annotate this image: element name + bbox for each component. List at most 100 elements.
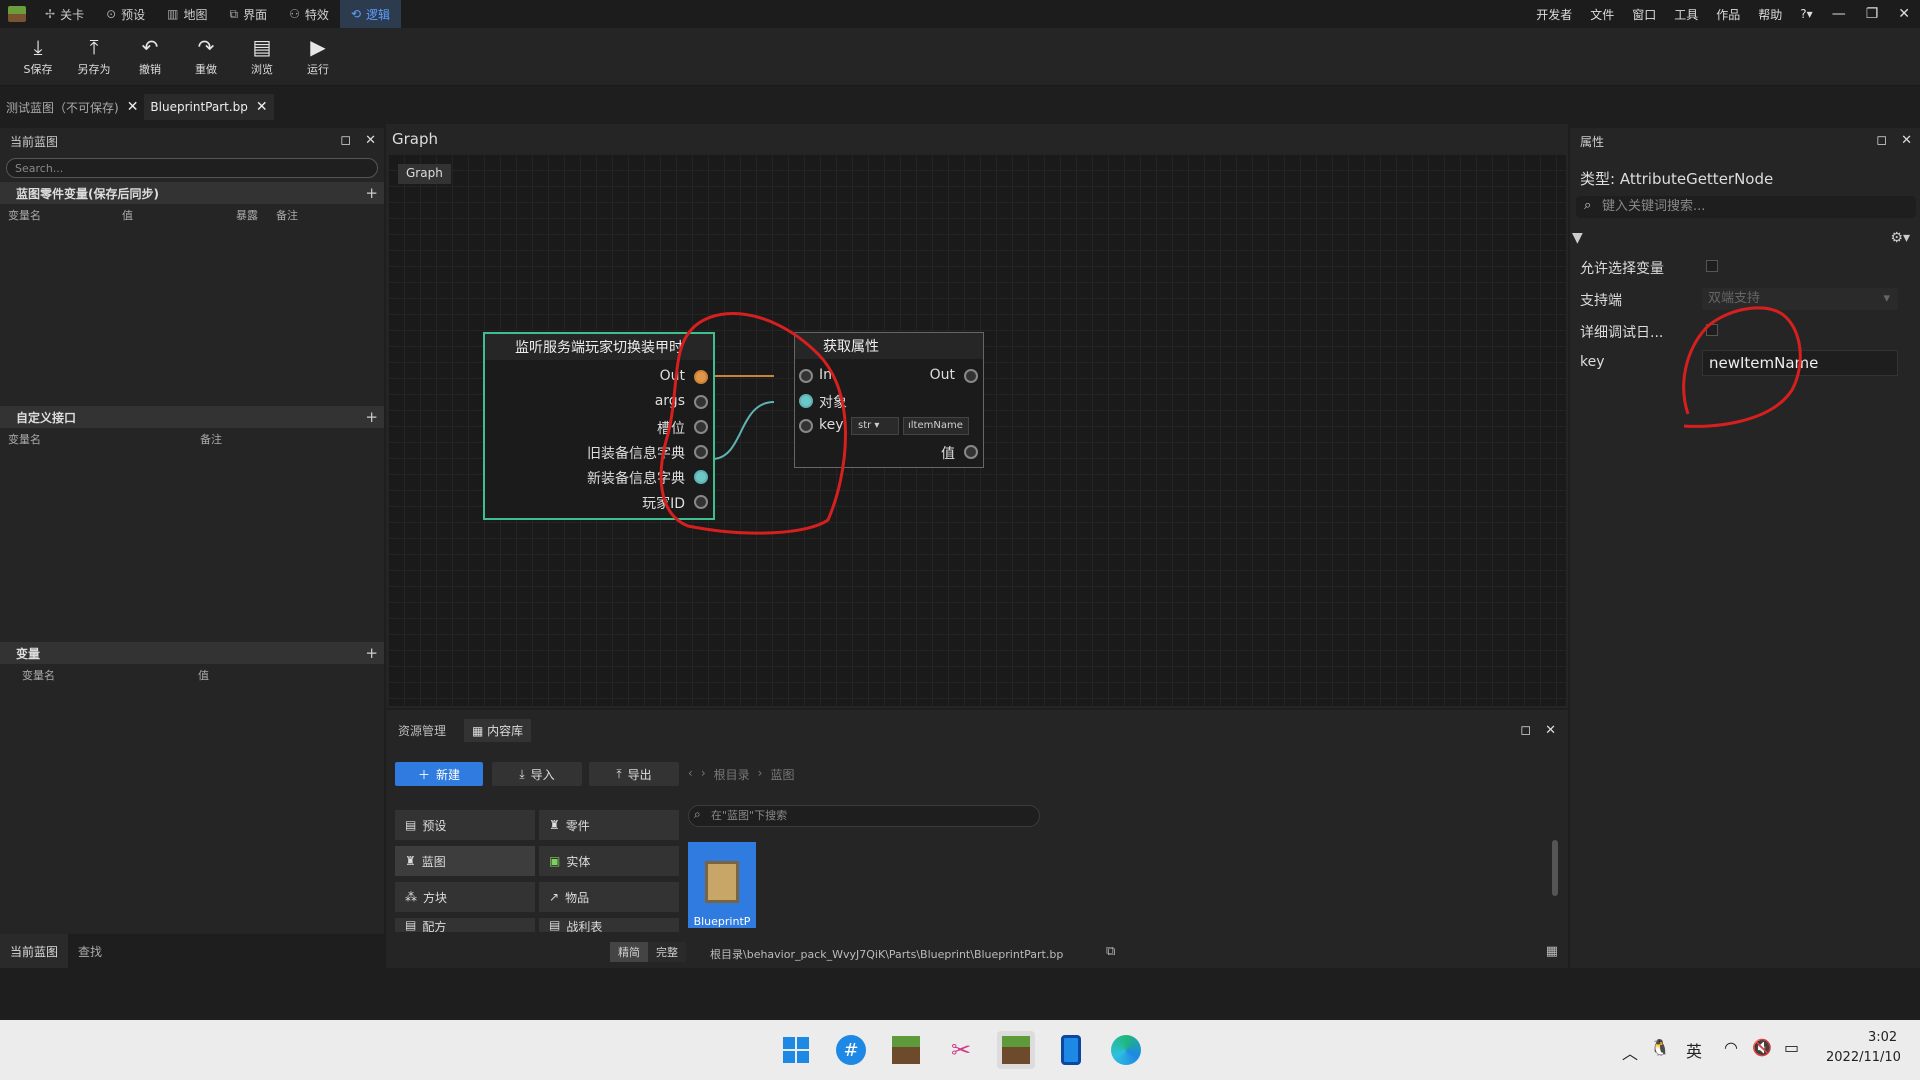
copy-icon[interactable]: ⧉ (1106, 944, 1115, 959)
category-block[interactable]: ⁂ 方块 (395, 882, 535, 912)
clock-date[interactable]: 2022/11/10 (1826, 1050, 1901, 1065)
blueprint-file-item[interactable]: BlueprintP (688, 842, 756, 928)
close-tab-icon[interactable]: ✕ (256, 99, 268, 115)
add-icon[interactable]: + (365, 644, 378, 662)
close-tab-icon[interactable]: ✕ (127, 99, 139, 115)
minimize-icon[interactable]: — (1822, 6, 1856, 22)
left-search-input[interactable]: Search... (6, 158, 378, 178)
redo-button[interactable]: ↷ 重做 (178, 36, 234, 77)
graph-canvas[interactable]: Graph 监听服务端玩家切换装甲时 Out args 槽位 旧装备信息字典 新… (388, 154, 1566, 706)
help-icon[interactable]: ?▾ (1791, 7, 1821, 21)
run-button[interactable]: ▶ 运行 (290, 36, 346, 77)
breadcrumb-root[interactable]: 根目录 (714, 766, 750, 783)
pin-old-equip[interactable] (694, 445, 708, 459)
undo-button[interactable]: ↶ 撤销 (122, 36, 178, 77)
section-custom-interface[interactable]: 自定义接口 + (0, 406, 384, 428)
volume-muted-icon[interactable]: 🔇 (1752, 1038, 1772, 1057)
mode-simple-button[interactable]: 精简 (610, 942, 648, 962)
new-button[interactable]: ＋ 新建 (395, 762, 483, 786)
section-variables[interactable]: 变量 + (0, 642, 384, 664)
minecraft-studio-icon[interactable] (997, 1031, 1035, 1069)
key-value-input[interactable]: ıltemName (903, 417, 969, 435)
key-value-input[interactable]: newItemName (1702, 350, 1898, 376)
support-side-select[interactable]: 双端支持 ▾ (1702, 288, 1898, 310)
clock-time[interactable]: 3:02 (1868, 1030, 1897, 1045)
forward-icon[interactable]: › (701, 766, 706, 783)
edge-icon[interactable] (1107, 1031, 1145, 1069)
gear-icon[interactable]: ⚙▾ (1890, 230, 1910, 246)
maximize-icon[interactable]: ◻ (1520, 723, 1531, 738)
allow-select-checkbox[interactable] (1706, 260, 1718, 272)
menu-works[interactable]: 作品 (1707, 6, 1749, 23)
snipping-icon[interactable]: ✂ (942, 1031, 980, 1069)
ime-indicator[interactable]: 英 (1686, 1038, 1702, 1062)
browse-button[interactable]: ▤ 浏览 (234, 36, 290, 77)
category-loot-table[interactable]: ▤ 战利表 (539, 918, 679, 932)
maximize-icon[interactable]: ◻ (340, 133, 351, 148)
pin-value[interactable] (964, 445, 978, 459)
tab-content-library[interactable]: ▦ 内容库 (464, 718, 532, 742)
wifi-icon[interactable]: ◠ (1724, 1038, 1738, 1057)
restore-icon[interactable]: ❐ (1856, 6, 1889, 22)
pin-args[interactable] (694, 395, 708, 409)
save-button[interactable]: ⤓ S保存 (10, 36, 66, 77)
tab-effects[interactable]: ⚇ 特效 (278, 0, 340, 28)
add-icon[interactable]: + (365, 408, 378, 426)
battery-icon[interactable]: ▭ (1784, 1038, 1799, 1057)
qq-icon[interactable]: 🐧 (1650, 1038, 1670, 1057)
menu-window[interactable]: 窗口 (1623, 6, 1665, 23)
breadcrumb-current[interactable]: 蓝图 (770, 766, 794, 783)
tab-logic[interactable]: ⟲ 逻辑 (339, 0, 401, 28)
property-search-input[interactable]: 键入关键词搜索... (1576, 196, 1916, 218)
menu-tools[interactable]: 工具 (1665, 6, 1707, 23)
tab-current-blueprint[interactable]: 当前蓝图 (0, 934, 69, 968)
key-type-select[interactable]: str ▾ (851, 417, 899, 435)
close-icon[interactable]: ✕ (365, 133, 376, 148)
category-preset[interactable]: ▤ 预设 (395, 810, 535, 840)
close-icon[interactable]: ✕ (1888, 6, 1920, 22)
doc-tab-blueprintpart[interactable]: BlueprintPart.bp ✕ (144, 94, 274, 120)
category-parts[interactable]: ♜ 零件 (539, 810, 679, 840)
pin-in[interactable] (799, 369, 813, 383)
scrollbar[interactable] (1552, 840, 1558, 896)
category-entity[interactable]: ▣ 实体 (539, 846, 679, 876)
pin-out[interactable] (694, 370, 708, 384)
pin-new-equip[interactable] (694, 470, 708, 484)
category-recipe[interactable]: ▤ 配方 (395, 918, 535, 932)
pin-out[interactable] (964, 369, 978, 383)
start-icon[interactable] (777, 1031, 815, 1069)
minecraft-icon[interactable] (887, 1031, 925, 1069)
event-node[interactable]: 监听服务端玩家切换装甲时 Out args 槽位 旧装备信息字典 新装备信息字典… (483, 332, 715, 520)
maximize-icon[interactable]: ◻ (1876, 133, 1887, 148)
add-icon[interactable]: + (365, 184, 378, 202)
pin-key[interactable] (799, 419, 813, 433)
close-icon[interactable]: ✕ (1545, 723, 1556, 738)
tab-ui[interactable]: ⧉ 界面 (219, 0, 279, 28)
import-button[interactable]: ⤓ 导入 (492, 762, 582, 786)
attribute-getter-node[interactable]: 获取属性 In Out 对象 key str ▾ ıltemName 值 (794, 332, 984, 468)
category-blueprint[interactable]: ♜ 蓝图 (395, 846, 535, 876)
debug-log-checkbox[interactable] (1706, 324, 1718, 336)
hashtag-app-icon[interactable]: # (832, 1031, 870, 1069)
export-button[interactable]: ⤒ 导出 (589, 762, 679, 786)
doc-tab-test[interactable]: 测试蓝图（不可保存) ✕ (0, 94, 144, 120)
tab-resource-manager[interactable]: 资源管理 (398, 722, 446, 739)
pin-player-id[interactable] (694, 495, 708, 509)
phone-icon[interactable] (1052, 1031, 1090, 1069)
tab-find[interactable]: 查找 (68, 934, 112, 968)
collapse-icon[interactable]: ▼ (1572, 230, 1583, 246)
grid-view-icon[interactable]: ▦ (1546, 944, 1558, 959)
tab-map[interactable]: ▥ 地图 (156, 0, 218, 28)
category-item[interactable]: ↗ 物品 (539, 882, 679, 912)
menu-help[interactable]: 帮助 (1749, 6, 1791, 23)
chevron-up-icon[interactable]: ︿ (1622, 1040, 1638, 1064)
section-part-variables[interactable]: 蓝图零件变量(保存后同步) + (0, 182, 384, 204)
menu-file[interactable]: 文件 (1581, 6, 1623, 23)
tab-level[interactable]: ✢ 关卡 (34, 0, 95, 28)
save-as-button[interactable]: ⤒ 另存为 (66, 36, 122, 77)
mode-full-button[interactable]: 完整 (648, 942, 686, 962)
back-icon[interactable]: ‹ (688, 766, 693, 783)
tab-preset[interactable]: ⊙ 预设 (95, 0, 156, 28)
pin-target[interactable] (799, 394, 813, 408)
content-search-input[interactable]: 在"蓝图"下搜索 (688, 805, 1040, 827)
